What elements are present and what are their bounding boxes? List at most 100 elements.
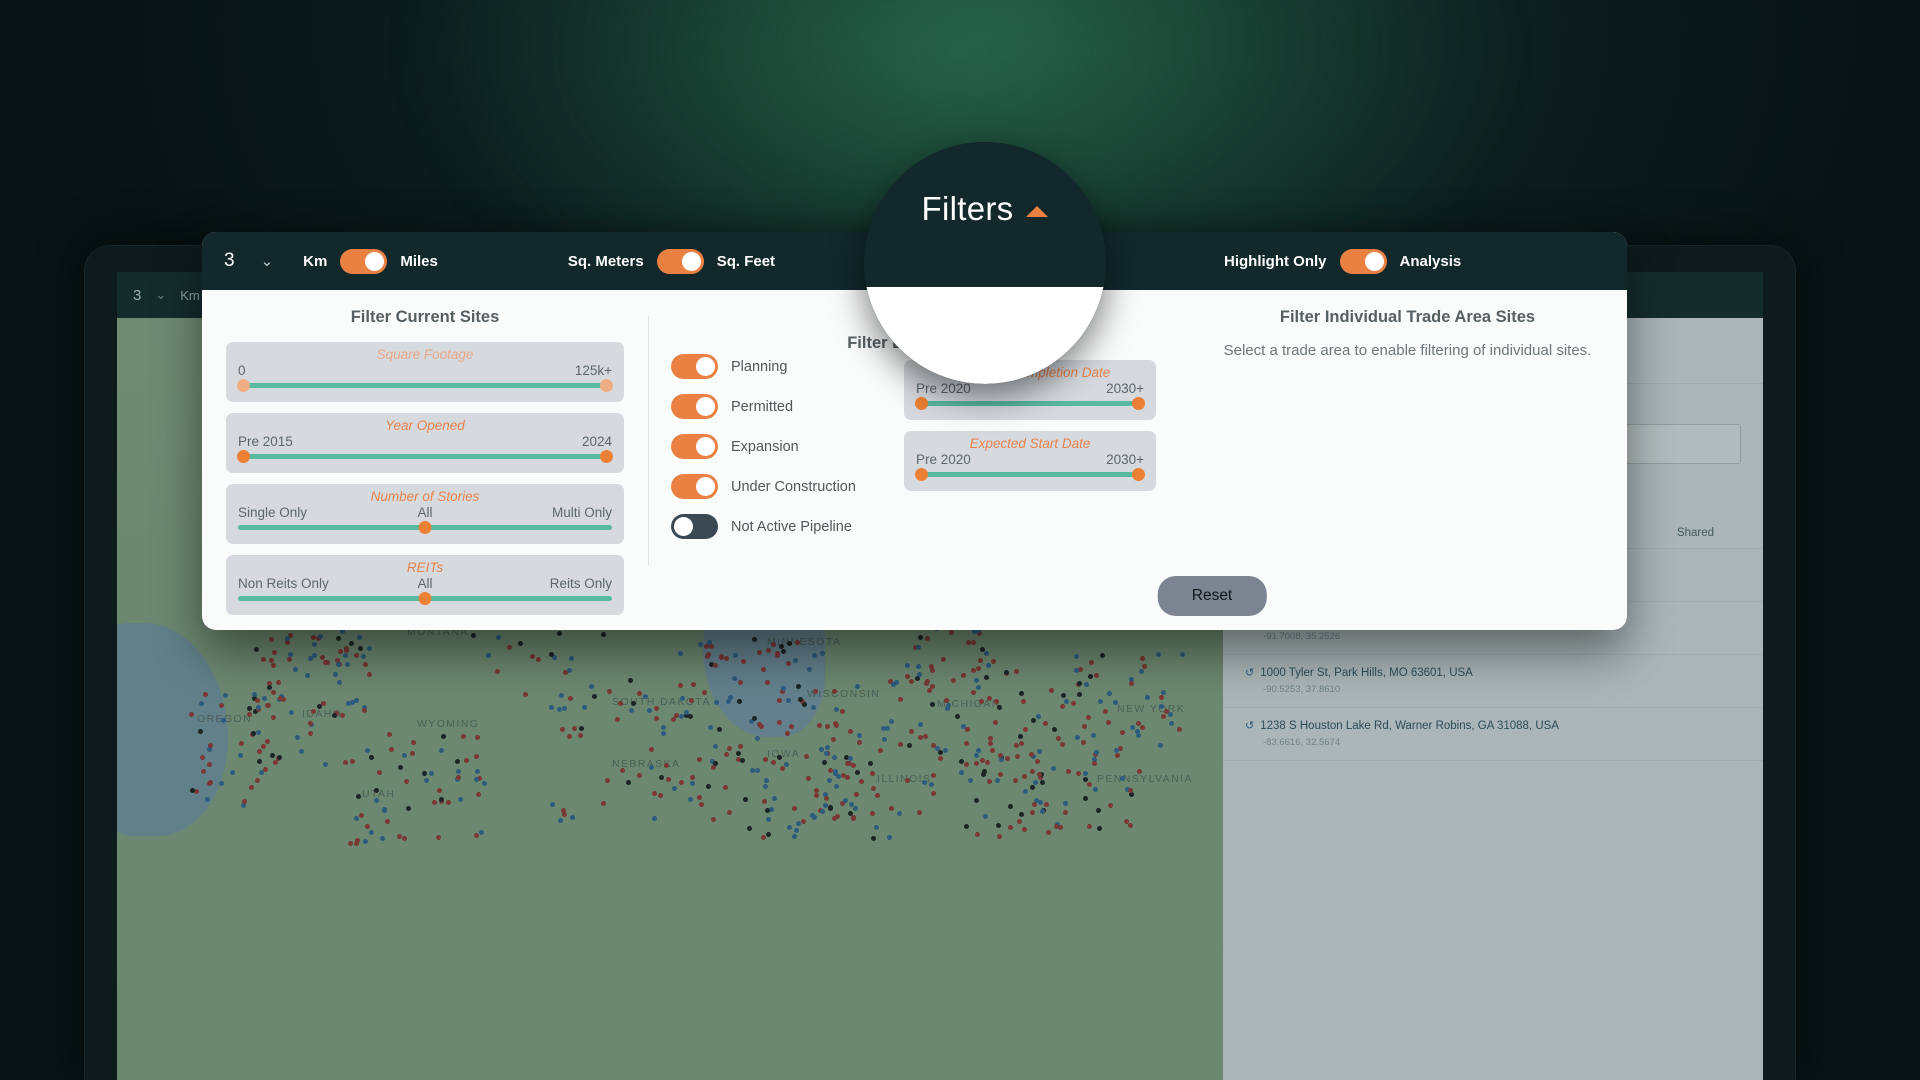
development-toggle-row[interactable]: Permitted <box>671 394 856 419</box>
toggle-permitted[interactable] <box>671 394 718 419</box>
map-site-dot <box>570 814 576 820</box>
slider-track-wrapper[interactable] <box>237 379 613 392</box>
map-site-dot <box>823 750 829 756</box>
location-list-item[interactable]: ↺ 1000 Tyler St, Park Hills, MO 63601, US… <box>1223 655 1763 708</box>
map-site-dot <box>930 701 936 707</box>
map-site-dot <box>619 767 625 773</box>
toggle-under-construction[interactable] <box>671 474 718 499</box>
map-site-dot <box>1156 651 1162 657</box>
slider-track-wrapper[interactable] <box>238 521 612 534</box>
map-site-dot <box>344 661 350 667</box>
development-toggle-row[interactable]: Not Active Pipeline <box>671 514 856 539</box>
slider-knob[interactable] <box>418 521 432 534</box>
map-site-dot <box>779 643 785 649</box>
slider-track-wrapper[interactable] <box>238 592 612 605</box>
magnifier-label-row[interactable]: Filters <box>864 190 1106 228</box>
map-site-dot <box>935 745 941 751</box>
slider-expected-start-date[interactable]: Expected Start Date Pre 2020 2030+ <box>904 431 1156 491</box>
slider-range-labels: Pre 2020 2030+ <box>916 452 1144 467</box>
analysis-mode-toggle[interactable] <box>1339 248 1387 274</box>
analysis-left-label: Highlight Only <box>1224 252 1327 270</box>
map-site-dot <box>424 778 430 784</box>
slider-min-label: Single Only <box>238 505 308 520</box>
map-site-dot <box>740 758 746 764</box>
map-site-dot <box>688 797 693 803</box>
map-site-dot <box>817 723 822 728</box>
slider-square-footage[interactable]: Square Footage 0 125k+ <box>226 342 624 402</box>
map-site-dot <box>995 778 1001 784</box>
map-site-dot <box>428 770 434 776</box>
development-toggle-row[interactable]: Expansion <box>671 434 856 459</box>
map-site-dot <box>690 774 696 780</box>
map-site-dot <box>827 805 833 810</box>
slider-max-label: Multi Only <box>551 505 612 520</box>
slider-knob-min[interactable] <box>915 397 928 410</box>
map-site-dot <box>737 680 743 686</box>
slider-track-wrapper[interactable] <box>915 468 1145 481</box>
map-site-dot <box>711 765 717 771</box>
slider-knob-max[interactable] <box>1132 397 1145 410</box>
current-sites-slider-group[interactable]: Square Footage 0 125k+ Year Opened Pre 2015 2… <box>226 342 624 615</box>
map-site-dot <box>874 792 880 798</box>
slider-track-wrapper[interactable] <box>915 397 1145 410</box>
slider-knob-max[interactable] <box>600 379 613 392</box>
filter-current-sites-title: Filter Current Sites <box>350 308 500 326</box>
map-site-dot <box>435 834 441 840</box>
distance-unit-left-label: Km <box>303 252 328 270</box>
map-site-dot <box>1019 812 1025 818</box>
slider-max-label: 125k+ <box>574 363 612 378</box>
slider-knob-min[interactable] <box>237 379 250 392</box>
slider-knob-max[interactable] <box>1132 468 1145 481</box>
chevron-down-icon[interactable]: ⌄ <box>261 252 274 270</box>
map-site-dot <box>1129 792 1135 798</box>
caret-up-icon[interactable] <box>1026 205 1049 217</box>
map-site-dot <box>1073 653 1079 659</box>
development-toggle-row[interactable]: Under Construction <box>671 474 856 499</box>
development-toggle-row[interactable]: Planning <box>671 354 856 379</box>
slider-year-opened[interactable]: Year Opened Pre 2015 2024 <box>226 413 624 473</box>
tab-shared[interactable]: Shared <box>1628 518 1763 548</box>
slider-knob-min[interactable] <box>915 468 928 481</box>
reset-button[interactable]: Reset <box>1157 576 1267 616</box>
slider-track-wrapper[interactable] <box>237 450 613 463</box>
slider-knob-max[interactable] <box>600 450 613 463</box>
map-site-dot <box>474 753 480 759</box>
slider-title: Square Footage <box>376 347 474 362</box>
map-site-dot <box>789 723 795 729</box>
slider-reits[interactable]: REITs Non Reits Only All Reits Only <box>226 555 624 615</box>
map-site-dot <box>1019 690 1025 696</box>
map-site-dot <box>431 799 437 805</box>
map-site-dot <box>940 656 946 662</box>
map-site-dot <box>971 689 977 695</box>
map-site-dot <box>1031 802 1037 808</box>
development-toggle-group[interactable]: Planning Permitted Expansion Under Construc… <box>671 354 856 554</box>
map-site-dot <box>261 657 267 663</box>
location-list-item[interactable]: ↺ 1238 S Houston Lake Rd, Warner Robins, … <box>1223 708 1763 761</box>
area-unit-toggle[interactable] <box>656 248 704 274</box>
map-site-dot <box>398 765 404 771</box>
map-site-dot <box>588 684 594 690</box>
toggle-expansion[interactable] <box>671 434 718 459</box>
map-site-dot <box>1108 803 1114 809</box>
slider-number-of-stories[interactable]: Number of Stories Single Only All Multi Onl… <box>226 484 624 544</box>
slider-knob-min[interactable] <box>237 450 250 463</box>
map-site-dot <box>647 707 653 713</box>
map-site-dot <box>566 733 572 739</box>
map-site-dot <box>975 684 981 690</box>
map-site-dot <box>1158 695 1164 701</box>
map-site-dot <box>1007 803 1013 809</box>
map-site-dot <box>628 707 634 713</box>
toggle-planning[interactable] <box>671 354 718 379</box>
map-site-dot <box>557 631 563 637</box>
toggle-label: Permitted <box>731 398 794 415</box>
chevron-down-icon[interactable]: ⌄ <box>155 287 166 303</box>
slider-knob[interactable] <box>418 592 432 605</box>
map-site-dot <box>993 698 999 704</box>
slider-title: REITs <box>406 560 444 575</box>
map-site-dot <box>765 647 771 653</box>
distance-unit-toggle[interactable] <box>340 248 388 274</box>
toggle-label: Not Active Pipeline <box>731 518 852 535</box>
map-site-dot <box>1038 799 1044 805</box>
toggle-not-active-pipeline[interactable] <box>671 514 718 539</box>
map-site-dot <box>677 650 683 656</box>
